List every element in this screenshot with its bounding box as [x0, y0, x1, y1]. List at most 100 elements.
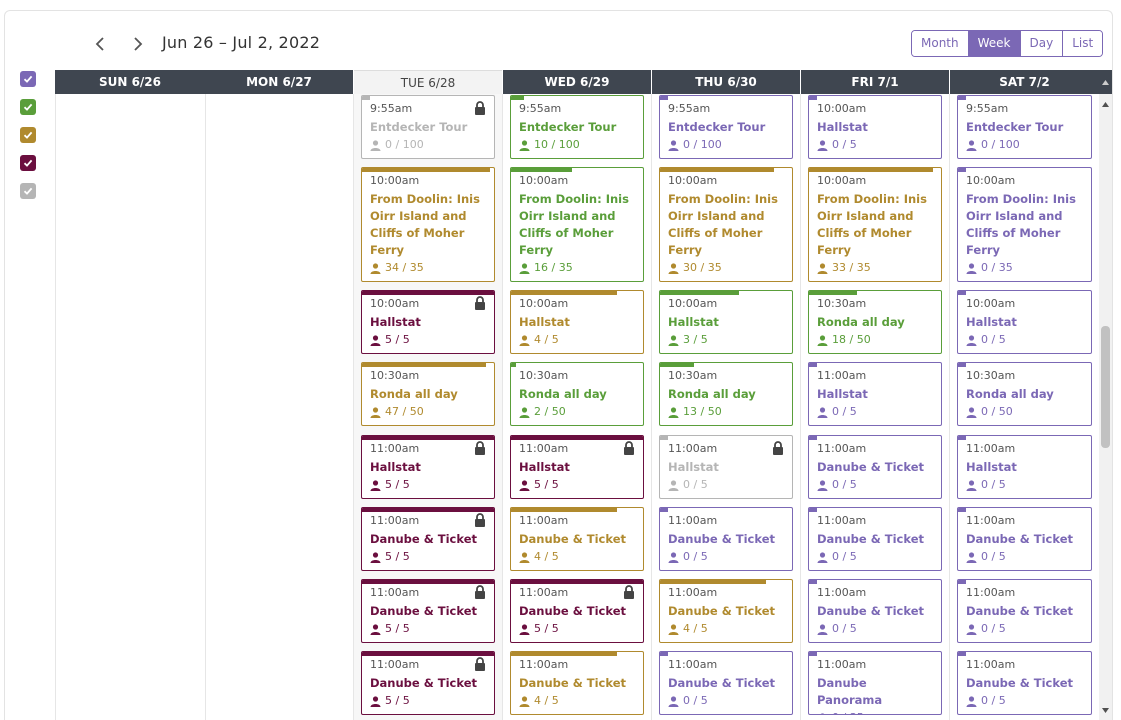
person-icon [966, 334, 977, 346]
event-capacity: 10 / 100 [519, 138, 635, 152]
event-time: 9:55am [668, 102, 711, 115]
event-card[interactable]: 11:00am Danube & Ticket 0 / 5 [808, 579, 942, 643]
view-list-button[interactable]: List [1063, 31, 1103, 56]
event-card[interactable]: 11:00am Hallstat 0 / 5 [808, 362, 942, 426]
capacity-bar [660, 508, 668, 512]
event-card[interactable]: 10:30am Ronda all day 13 / 50 [659, 362, 793, 426]
scroll-down-arrow-icon[interactable] [1099, 704, 1112, 716]
event-card[interactable]: 11:00am Danube Panorama 0 / 35 [808, 651, 942, 715]
event-card[interactable]: 11:00am Hallstat 5 / 5 [510, 435, 644, 499]
event-time: 11:00am [370, 442, 420, 455]
event-card[interactable]: 11:00am Danube & Ticket 4 / 5 [510, 507, 644, 571]
event-card[interactable]: 11:00am Danube & Ticket 0 / 5 [659, 507, 793, 571]
capacity-count: 18 / 50 [832, 333, 871, 346]
capacity-bar [511, 652, 617, 656]
event-card[interactable]: 10:00am Hallstat 5 / 5 [361, 290, 495, 354]
day-header-sat-7-2[interactable]: SAT 7/2 [950, 70, 1099, 94]
capacity-count: 0 / 5 [981, 694, 1006, 707]
view-month-button[interactable]: Month [912, 31, 969, 56]
capacity-bar [809, 96, 817, 100]
capacity-count: 13 / 50 [683, 405, 722, 418]
lock-icon [624, 585, 634, 599]
next-week-button[interactable] [130, 33, 146, 55]
event-card[interactable]: 10:00am Hallstat 0 / 5 [808, 95, 942, 159]
event-card[interactable]: 10:00am Hallstat 0 / 5 [957, 290, 1092, 354]
event-card[interactable]: 9:55am Entdecker Tour 10 / 100 [510, 95, 644, 159]
event-card[interactable]: 10:00am From Doolin: Inis Oirr Island and… [957, 167, 1092, 282]
event-card[interactable]: 11:00am Danube & Ticket 5 / 5 [361, 651, 495, 715]
event-card[interactable]: 9:55am Entdecker Tour 0 / 100 [957, 95, 1092, 159]
scroll-thumb[interactable] [1101, 326, 1110, 448]
event-title: Danube Panorama [817, 676, 883, 707]
event-card[interactable]: 10:00am From Doolin: Inis Oirr Island and… [361, 167, 495, 282]
event-card[interactable]: 11:00am Danube & Ticket 0 / 5 [808, 435, 942, 499]
event-card[interactable]: 10:00am From Doolin: Inis Oirr Island and… [510, 167, 644, 282]
scroll-up-arrow-icon[interactable] [1099, 98, 1112, 110]
filter-gray[interactable] [20, 183, 36, 199]
event-card[interactable]: 11:00am Danube & Ticket 0 / 5 [659, 651, 793, 715]
view-week-button[interactable]: Week [968, 31, 1021, 56]
capacity-count: 33 / 35 [832, 261, 871, 274]
event-card[interactable]: 10:00am Hallstat 4 / 5 [510, 290, 644, 354]
filter-green[interactable] [20, 99, 36, 115]
lock-icon [475, 513, 485, 527]
event-card[interactable]: 10:30am Ronda all day 2 / 50 [510, 362, 644, 426]
event-title: Ronda all day [519, 387, 607, 401]
event-card[interactable]: 11:00am Hallstat 5 / 5 [361, 435, 495, 499]
vertical-scrollbar[interactable] [1099, 94, 1112, 720]
lock-icon [475, 585, 485, 599]
event-card[interactable]: 11:00am Danube & Ticket 0 / 5 [957, 579, 1092, 643]
column-divider [949, 94, 950, 720]
event-card[interactable]: 10:00am Hallstat 3 / 5 [659, 290, 793, 354]
event-card[interactable]: 9:55am Entdecker Tour 0 / 100 [659, 95, 793, 159]
filter-maroon[interactable] [20, 155, 36, 171]
event-card[interactable]: 11:00am Hallstat 0 / 5 [957, 435, 1092, 499]
event-card[interactable]: 10:00am From Doolin: Inis Oirr Island and… [659, 167, 793, 282]
event-card[interactable]: 11:00am Danube & Ticket 0 / 5 [957, 651, 1092, 715]
event-card[interactable]: 10:30am Ronda all day 18 / 50 [808, 290, 942, 354]
event-capacity: 0 / 5 [668, 478, 784, 492]
event-card[interactable]: 11:00am Danube & Ticket 5 / 5 [361, 579, 495, 643]
event-card[interactable]: 11:00am Hallstat 0 / 5 [659, 435, 793, 499]
person-icon [668, 551, 679, 563]
day-header-wed-6-29[interactable]: WED 6/29 [503, 70, 651, 94]
event-capacity: 5 / 5 [370, 550, 486, 564]
view-day-button[interactable]: Day [1020, 31, 1064, 56]
capacity-bar [809, 580, 817, 584]
checkmark-icon [23, 75, 33, 83]
person-icon [817, 406, 828, 418]
filter-purple[interactable] [20, 71, 36, 87]
event-card[interactable]: 11:00am Danube & Ticket 0 / 5 [957, 507, 1092, 571]
event-card[interactable]: 10:00am From Doolin: Inis Oirr Island and… [808, 167, 942, 282]
day-header-fri-7-1[interactable]: FRI 7/1 [801, 70, 949, 94]
capacity-bar [362, 508, 494, 512]
person-icon [817, 334, 828, 346]
person-icon [668, 262, 679, 274]
day-header-sun-6-26[interactable]: SUN 6/26 [55, 70, 205, 94]
day-header-thu-6-30[interactable]: THU 6/30 [652, 70, 800, 94]
capacity-bar [511, 96, 525, 100]
event-card[interactable]: 11:00am Danube & Ticket 4 / 5 [510, 651, 644, 715]
event-time: 11:00am [668, 514, 718, 527]
day-header-mon-6-27[interactable]: MON 6/27 [205, 70, 353, 94]
event-card[interactable]: 11:00am Danube & Ticket 5 / 5 [510, 579, 644, 643]
event-capacity: 0 / 5 [817, 405, 933, 419]
capacity-bar [362, 580, 494, 584]
event-card[interactable]: 9:55am Entdecker Tour 0 / 100 [361, 95, 495, 159]
event-card[interactable]: 10:30am Ronda all day 47 / 50 [361, 362, 495, 426]
prev-week-button[interactable] [92, 33, 108, 55]
event-card[interactable]: 10:30am Ronda all day 0 / 50 [957, 362, 1092, 426]
capacity-bar [958, 291, 966, 295]
event-capacity: 0 / 35 [966, 261, 1083, 275]
capacity-count: 5 / 5 [534, 478, 559, 491]
event-title: Danube & Ticket [668, 532, 775, 546]
person-icon [966, 406, 977, 418]
filter-gold[interactable] [20, 127, 36, 143]
day-header-tue-6-28[interactable]: TUE 6/28 [354, 70, 502, 94]
event-capacity: 16 / 35 [519, 261, 635, 275]
event-card[interactable]: 11:00am Danube & Ticket 4 / 5 [659, 579, 793, 643]
event-card[interactable]: 11:00am Danube & Ticket 0 / 5 [808, 507, 942, 571]
person-icon [370, 334, 381, 346]
event-card[interactable]: 11:00am Danube & Ticket 5 / 5 [361, 507, 495, 571]
event-title: Hallstat [817, 387, 868, 401]
